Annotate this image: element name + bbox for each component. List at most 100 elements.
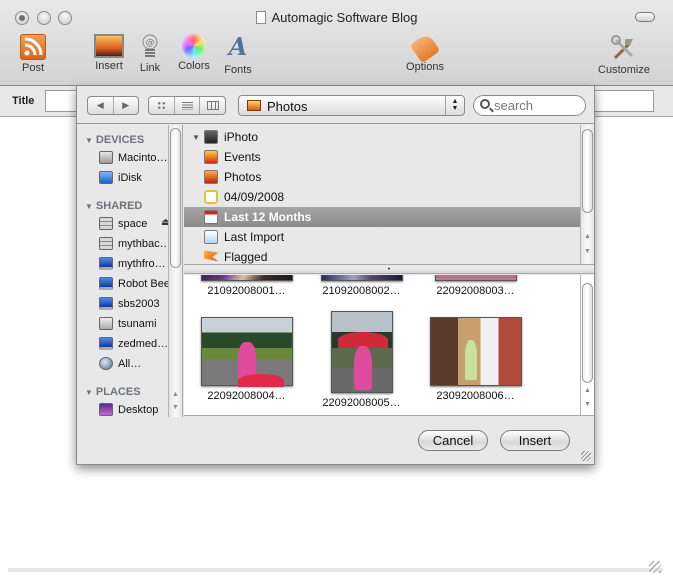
unified-titlebar-toolbar: Automagic Software Blog Post Insert @ Li… xyxy=(0,0,673,86)
sidebar-item-label: Desktop xyxy=(118,403,159,416)
sidebar-item-desktop[interactable]: Desktop xyxy=(99,403,158,416)
search-field[interactable]: search xyxy=(473,95,586,116)
sidebar-scrollbar[interactable]: ▲ ▼ xyxy=(168,125,182,417)
source-item-label: 04/09/2008 xyxy=(224,190,285,204)
title-label: Title xyxy=(12,95,35,107)
sidebar-item-all[interactable]: All… xyxy=(99,357,141,370)
album-icon xyxy=(204,190,218,204)
sidebar-item-label: Robot Bee xyxy=(118,277,170,290)
sidebar-item-idisk[interactable]: iDisk xyxy=(99,171,142,184)
sidebar-scroll-thumb[interactable] xyxy=(170,128,181,268)
monitor-icon xyxy=(99,257,113,270)
source-item-events[interactable]: Events xyxy=(184,147,580,167)
blog-editor-window: Automagic Software Blog Post Insert @ Li… xyxy=(0,0,673,583)
section-title: SHARED xyxy=(95,200,143,212)
tag-icon xyxy=(409,32,441,64)
scroll-up-arrow-icon[interactable]: ▲ xyxy=(581,233,594,245)
photos-icon xyxy=(204,170,218,184)
sidebar-item-sbs2003[interactable]: sbs2003 xyxy=(99,297,160,310)
photo-item[interactable]: 21092008001… xyxy=(189,275,304,297)
font-icon: A xyxy=(228,32,248,61)
sidebar-item-label: Macinto… xyxy=(118,151,168,164)
sidebar-section-places[interactable]: ▼ PLACES xyxy=(85,386,141,398)
server-icon xyxy=(99,217,113,230)
toolbar-toggle-button[interactable] xyxy=(635,12,655,22)
sidebar-item-label: iDisk xyxy=(118,171,142,184)
svg-text:@: @ xyxy=(146,38,155,48)
source-item-label: Last Import xyxy=(224,230,285,244)
photo-item[interactable]: 22092008003… xyxy=(418,275,533,297)
source-item-album[interactable]: 04/09/2008 xyxy=(184,187,580,207)
photo-item[interactable]: 22092008005… xyxy=(304,311,419,409)
toolbar-colors-button[interactable]: Colors xyxy=(176,34,212,72)
sheet-resize-grip[interactable] xyxy=(581,451,591,461)
sidebar-item-macintosh-hd[interactable]: Macinto… xyxy=(99,151,168,164)
scroll-up-arrow-icon[interactable]: ▲ xyxy=(581,387,594,399)
icon-view-button[interactable] xyxy=(149,97,175,114)
nav-buttons: ◀ ▶ xyxy=(87,96,139,115)
tools-icon xyxy=(610,34,638,62)
photo-item[interactable]: 21092008002… xyxy=(304,275,419,297)
source-item-label: Events xyxy=(224,150,261,164)
photo-item[interactable]: 22092008004… xyxy=(189,317,304,402)
photo-caption: 21092008001… xyxy=(207,285,286,297)
toolbar-options-button[interactable]: Options xyxy=(402,32,448,73)
source-item-last-12-months[interactable]: Last 12 Months xyxy=(184,207,580,227)
sidebar-item-robot-bee[interactable]: Robot Bee xyxy=(99,277,170,290)
toolbar-fonts-button[interactable]: A Fonts xyxy=(222,32,254,77)
toolbar-post-button[interactable]: Post xyxy=(18,34,48,74)
monitor-icon xyxy=(99,277,113,290)
photo-subject xyxy=(353,346,372,390)
scroll-down-arrow-icon[interactable]: ▼ xyxy=(169,404,182,416)
sidebar-item-tsunami[interactable]: tsunami xyxy=(99,317,157,330)
cancel-button[interactable]: Cancel xyxy=(418,430,488,451)
calendar-icon xyxy=(204,210,218,224)
source-scroll-thumb[interactable] xyxy=(582,129,593,213)
sidebar-item-mythfrontend[interactable]: mythfro… xyxy=(99,257,166,270)
iphoto-icon xyxy=(204,130,218,144)
window-resize-grip[interactable] xyxy=(649,561,661,573)
photo-scroll-thumb[interactable] xyxy=(582,283,593,383)
photo-umbrella xyxy=(237,374,284,387)
photo-caption: 21092008002… xyxy=(322,285,401,297)
disclosure-triangle-icon: ▼ xyxy=(85,136,93,145)
color-wheel-icon xyxy=(182,34,206,58)
toolbar-insert-button[interactable]: Insert xyxy=(92,34,126,72)
sidebar-section-shared[interactable]: ▼ SHARED xyxy=(85,200,142,212)
source-item-label: Flagged xyxy=(224,250,268,264)
search-placeholder: search xyxy=(494,98,534,113)
toolbar-link-button[interactable]: @ Link xyxy=(138,34,162,74)
toolbar-fonts-label: Fonts xyxy=(224,64,252,76)
toolbar-customize-button[interactable]: Customize xyxy=(594,34,654,76)
split-view-divider[interactable]: • xyxy=(184,266,594,274)
scroll-up-arrow-icon[interactable]: ▲ xyxy=(169,391,182,403)
sidebar-section-devices[interactable]: ▼ DEVICES xyxy=(85,134,144,146)
editor-bottom-bar xyxy=(8,568,663,572)
source-item-flagged[interactable]: Flagged xyxy=(184,247,580,264)
sidebar-item-label: mythfro… xyxy=(118,257,166,270)
list-view-button[interactable] xyxy=(175,97,201,114)
scroll-down-arrow-icon[interactable]: ▼ xyxy=(581,401,594,413)
column-view-button[interactable] xyxy=(200,97,225,114)
source-list-scrollbar[interactable]: ▲ ▼ xyxy=(580,125,594,264)
source-item-photos[interactable]: Photos xyxy=(184,167,580,187)
view-mode-buttons xyxy=(148,96,226,115)
scroll-down-arrow-icon[interactable]: ▼ xyxy=(581,248,594,260)
source-popup-value: Photos xyxy=(267,99,308,114)
photo-item[interactable]: 23092008006… xyxy=(418,317,533,402)
photo-subject xyxy=(464,340,477,380)
photo-grid-scrollbar[interactable]: ▲ ▼ xyxy=(580,275,594,415)
sidebar-item-mythbackend[interactable]: mythbac… xyxy=(99,237,171,250)
sidebar-item-zedmed[interactable]: zedmed… xyxy=(99,337,168,350)
source-item-iphoto[interactable]: ▼ iPhoto xyxy=(184,127,580,147)
toolbar-link-label: Link xyxy=(139,62,161,74)
forward-button[interactable]: ▶ xyxy=(114,97,139,114)
sidebar-item-space[interactable]: space xyxy=(99,217,147,230)
disclosure-triangle-icon[interactable]: ▼ xyxy=(190,133,202,142)
photo-grid: 21092008001… 21092008002… 22092008003… 2… xyxy=(184,275,594,416)
back-button[interactable]: ◀ xyxy=(88,97,114,114)
insert-button[interactable]: Insert xyxy=(500,430,570,451)
monitor-icon xyxy=(99,297,113,310)
source-item-last-import[interactable]: Last Import xyxy=(184,227,580,247)
source-popup[interactable]: Photos ▲ ▼ xyxy=(238,95,465,116)
